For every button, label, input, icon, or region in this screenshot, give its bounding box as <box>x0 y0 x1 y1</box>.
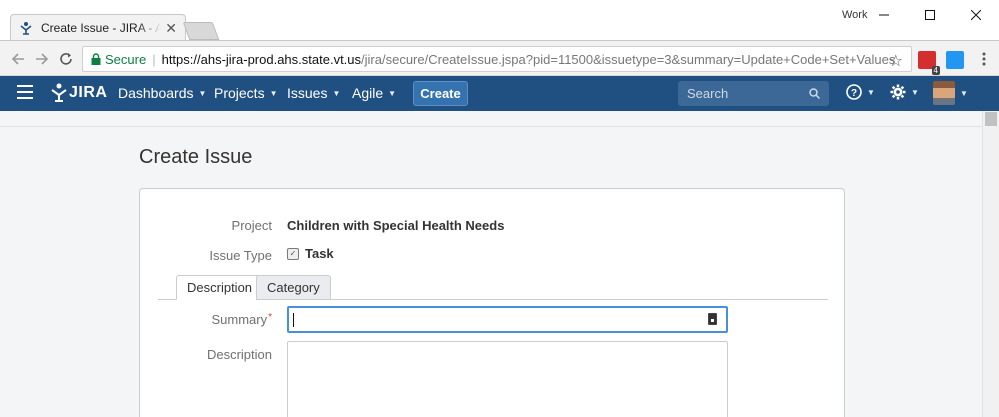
url-path: /jira/secure/CreateIssue.jspa?pid=11500&… <box>361 51 896 67</box>
jira-favicon-icon <box>19 21 33 35</box>
nav-agile-label: Agile <box>352 85 384 101</box>
chevron-down-icon: ▼ <box>867 87 875 97</box>
nav-projects-label: Projects <box>214 85 265 101</box>
svg-text:?: ? <box>851 88 857 99</box>
secure-label: Secure <box>105 51 147 67</box>
tab-title: Create Issue - JIRA - Agency of Human Se… <box>41 20 162 35</box>
scrollbar-thumb[interactable] <box>985 112 997 126</box>
summary-label-text: Summary <box>211 312 268 327</box>
issue-type-value: ✓ Task <box>287 246 334 261</box>
summary-input[interactable] <box>287 306 728 333</box>
reload-icon[interactable] <box>56 49 76 69</box>
nav-dashboards-label: Dashboards <box>118 85 194 101</box>
project-label: Project <box>231 218 272 233</box>
jira-logo[interactable]: JIRA <box>51 83 107 103</box>
address-divider: | <box>152 51 156 67</box>
help-icon: ? <box>846 84 862 100</box>
search-placeholder: Search <box>687 86 729 101</box>
project-value: Children with Special Health Needs <box>287 218 505 233</box>
browser-tab[interactable]: Create Issue - JIRA - Agency of Human Se… <box>10 14 186 40</box>
close-window-icon[interactable] <box>953 0 999 30</box>
chevron-down-icon: ▼ <box>198 88 207 98</box>
maximize-icon[interactable] <box>907 0 953 30</box>
nav-projects[interactable]: Projects ▼ <box>214 85 278 101</box>
description-label: Description <box>206 347 272 362</box>
lock-icon <box>91 53 101 65</box>
chevron-down-icon: ▼ <box>388 88 397 98</box>
jira-logo-icon <box>51 83 67 102</box>
nav-dashboards[interactable]: Dashboards ▼ <box>118 85 206 101</box>
chevron-down-icon: ▼ <box>911 87 919 97</box>
user-profile-menu[interactable]: ▼ <box>933 81 968 105</box>
chevron-down-icon: ▼ <box>332 88 341 98</box>
tab-description[interactable]: Description <box>176 275 264 300</box>
page-title: Create Issue <box>139 146 253 168</box>
task-icon: ✓ <box>287 247 299 260</box>
app-switcher-menu-icon[interactable] <box>17 85 33 101</box>
create-button[interactable]: Create <box>413 81 468 106</box>
browser-titlebar: Create Issue - JIRA - Agency of Human Se… <box>0 0 999 40</box>
issue-type-label: Issue Type <box>209 248 272 263</box>
required-marker: * <box>268 312 272 323</box>
search-input[interactable]: Search <box>678 81 829 106</box>
create-issue-form: Project Children with Special Health Nee… <box>139 188 845 417</box>
jira-header: JIRA Dashboards ▼ Projects ▼ Issues ▼ Agile… <box>0 76 999 111</box>
search-icon <box>809 88 820 99</box>
page-divider <box>0 126 982 127</box>
extension-badge: 4 <box>931 66 940 75</box>
url-host: https://ahs-jira-prod.ahs.state.vt.us <box>161 51 362 67</box>
nav-issues[interactable]: Issues ▼ <box>287 85 340 101</box>
back-arrow-icon[interactable] <box>8 49 28 69</box>
bookmark-star-icon[interactable]: ☆ <box>889 51 903 71</box>
tab-close-icon[interactable]: ✕ <box>165 21 177 35</box>
description-textarea[interactable] <box>287 341 728 417</box>
nav-issues-label: Issues <box>287 85 328 101</box>
extension-screenshot-icon[interactable] <box>946 51 964 69</box>
summary-label: Summary* <box>152 312 272 327</box>
extension-calendar-icon[interactable]: 4 <box>918 51 940 75</box>
admin-menu[interactable]: ▼ <box>890 84 919 100</box>
gear-icon <box>890 84 906 100</box>
new-tab-button[interactable] <box>182 22 220 40</box>
text-cursor <box>293 313 294 327</box>
help-menu[interactable]: ? ▼ <box>846 84 875 100</box>
scrollbar[interactable] <box>982 111 999 417</box>
chevron-down-icon: ▼ <box>960 88 968 98</box>
logo-text: JIRA <box>69 84 108 101</box>
nav-agile[interactable]: Agile ▼ <box>352 85 396 101</box>
address-bar[interactable]: Secure | https://ahs-jira-prod.ahs.state… <box>82 46 912 72</box>
minimize-icon[interactable] <box>861 0 907 30</box>
chevron-down-icon: ▼ <box>269 88 278 98</box>
avatar <box>933 81 955 105</box>
browser-menu-icon[interactable] <box>974 49 994 69</box>
secure-indicator[interactable]: Secure <box>91 52 146 67</box>
forward-arrow-icon[interactable] <box>32 49 52 69</box>
browser-toolbar: Secure | https://ahs-jira-prod.ahs.state… <box>0 40 999 76</box>
issue-type-text: Task <box>305 246 334 261</box>
password-manager-icon[interactable] <box>708 313 717 325</box>
tab-category[interactable]: Category <box>256 275 331 300</box>
